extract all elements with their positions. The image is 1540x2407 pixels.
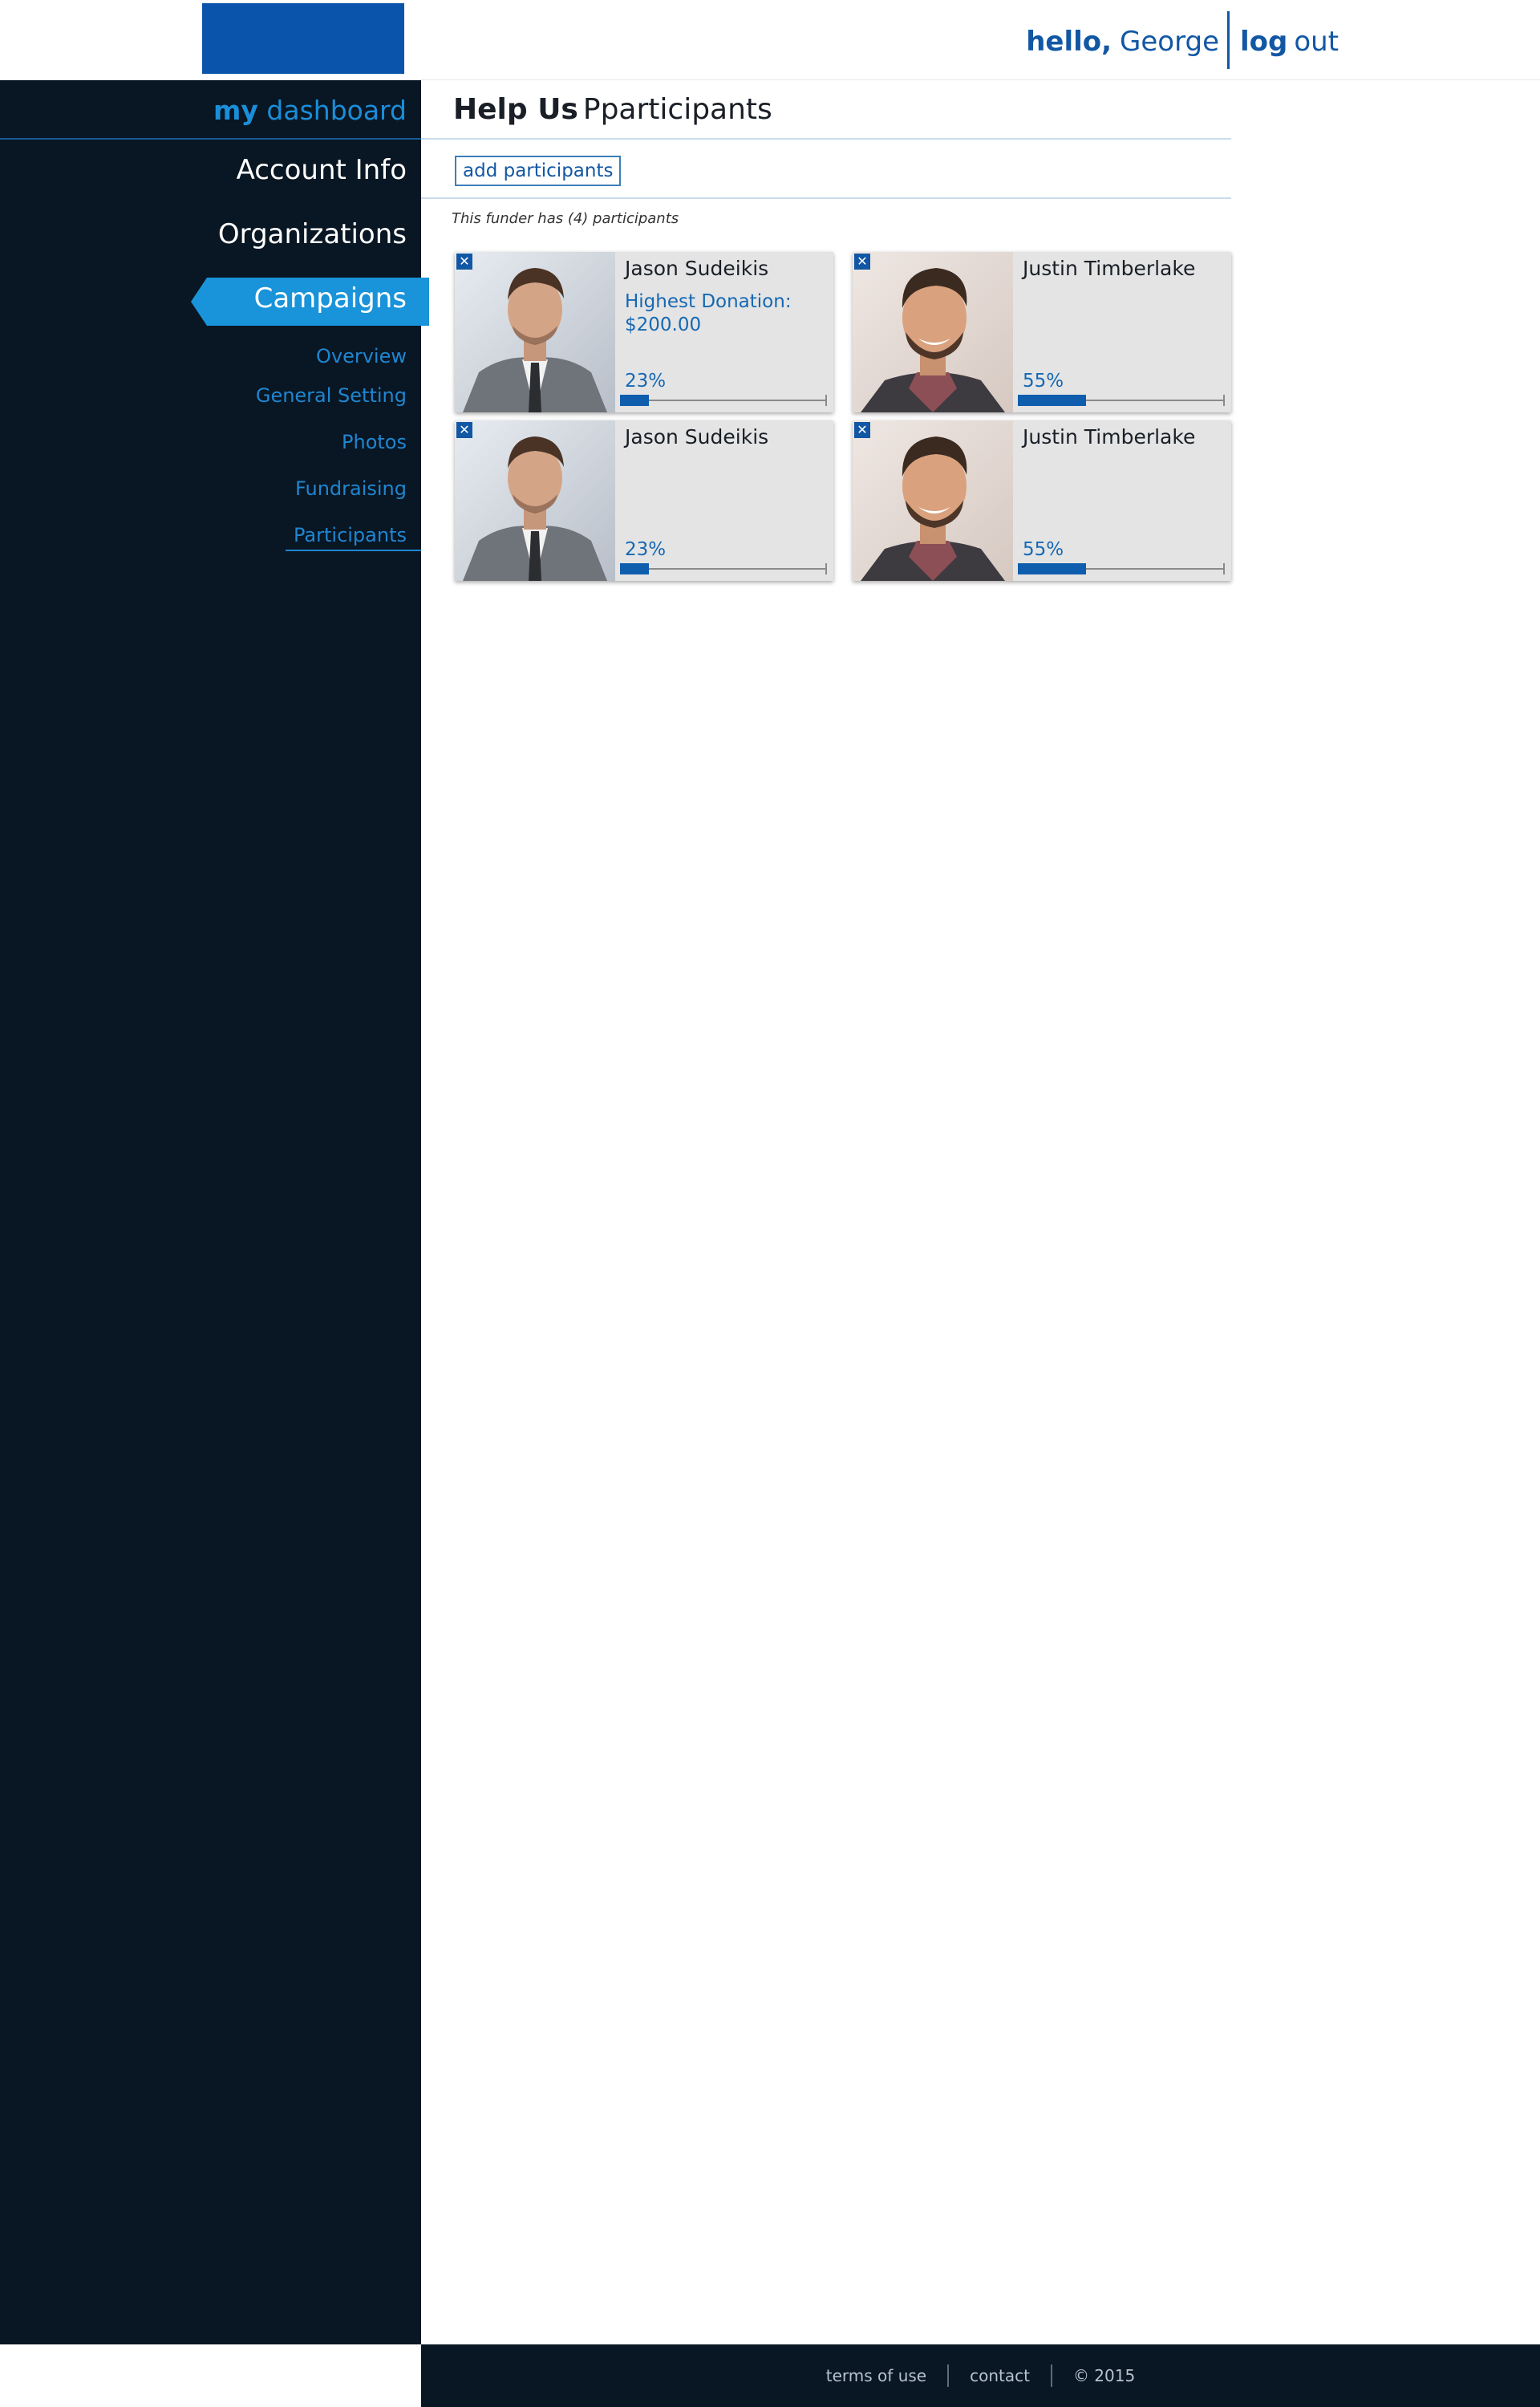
highest-donation-label: Highest Donation: — [625, 291, 792, 312]
progress-percent: 55% — [1023, 539, 1064, 560]
sidebar-item-campaigns-label: Campaigns — [253, 282, 407, 315]
participant-card[interactable]: ✕ Justin Timberlake 55% — [853, 252, 1231, 412]
sidebar: my dashboard Account Info Organizations … — [0, 80, 429, 2344]
brand-logo[interactable] — [202, 3, 404, 74]
sidebar-subitem-fundraising[interactable]: Fundraising — [295, 477, 407, 500]
progress-fill — [620, 563, 649, 574]
progress-track — [620, 400, 827, 401]
sidebar-divider — [0, 138, 421, 140]
progress-end-tick — [1223, 395, 1225, 406]
sidebar-item-account-info[interactable]: Account Info — [237, 154, 407, 186]
progress-fill — [1018, 563, 1087, 574]
logout-light: out — [1294, 26, 1339, 58]
highest-donation: Highest Donation: $200.00 — [625, 290, 825, 337]
participant-card[interactable]: ✕ Justin Timberlake 55% — [853, 420, 1231, 581]
add-participants-button[interactable]: add participants — [455, 156, 622, 186]
participant-card[interactable]: ✕ Jason Sudeikis 23% — [455, 420, 833, 581]
progress-end-tick — [1223, 563, 1225, 574]
progress-bar — [620, 395, 827, 406]
sidebar-item-organizations[interactable]: Organizations — [218, 218, 407, 250]
top-header: hello, George log out — [0, 0, 1540, 80]
progress-bar — [1018, 563, 1225, 574]
sidebar-subitem-participants[interactable]: Participants — [286, 524, 421, 551]
participant-count-text: This funder has (4) participants — [452, 210, 679, 227]
participant-name: Justin Timberlake — [1023, 257, 1196, 280]
progress-fill — [1018, 395, 1087, 406]
progress-end-tick — [825, 563, 827, 574]
progress-bar — [1018, 395, 1225, 406]
footer-links: terms of use contact © 2015 — [421, 2344, 1540, 2407]
logout-strong: log — [1240, 26, 1288, 58]
progress-bar — [620, 563, 827, 574]
participant-name: Jason Sudeikis — [625, 257, 769, 280]
page-title-strong: Help Us — [453, 93, 578, 126]
user-name: George — [1120, 26, 1219, 58]
footer: terms of use contact © 2015 — [421, 2344, 1540, 2407]
progress-percent: 23% — [625, 371, 667, 392]
progress-percent: 55% — [1023, 371, 1064, 392]
remove-participant-button[interactable]: ✕ — [854, 422, 870, 438]
progress-track — [620, 568, 827, 570]
progress-fill — [620, 395, 649, 406]
dashboard-title-strong: my — [213, 95, 258, 126]
copyright-text: © 2015 — [1072, 2366, 1136, 2385]
participant-photo — [455, 420, 615, 581]
participant-photo — [853, 420, 1013, 581]
smiling-man-photo — [853, 252, 1013, 412]
sidebar-item-campaigns[interactable]: Campaigns — [191, 278, 429, 326]
dashboard-title-light: dashboard — [266, 95, 407, 126]
title-divider — [421, 138, 1231, 140]
sidebar-subitem-general-setting[interactable]: General Setting — [256, 384, 407, 407]
progress-percent: 23% — [625, 539, 667, 560]
contact-link[interactable]: contact — [949, 2366, 1051, 2385]
progress-end-tick — [825, 395, 827, 406]
page-title: Help Us Pparticipants — [453, 93, 772, 126]
page-title-light: Pparticipants — [582, 93, 772, 126]
man-in-suit-photo — [455, 420, 615, 581]
remove-participant-button[interactable]: ✕ — [456, 254, 472, 270]
man-in-suit-photo — [455, 252, 615, 412]
remove-participant-button[interactable]: ✕ — [854, 254, 870, 270]
smiling-man-photo — [853, 420, 1013, 581]
user-greeting: hello, George — [1026, 22, 1219, 61]
logout-link[interactable]: log out — [1240, 22, 1339, 61]
header-divider — [1227, 11, 1230, 69]
participant-name: Jason Sudeikis — [625, 425, 769, 449]
sidebar-subitem-photos[interactable]: Photos — [342, 431, 407, 453]
hello-label: hello, — [1026, 26, 1112, 58]
dashboard-title[interactable]: my dashboard — [213, 95, 407, 126]
remove-participant-button[interactable]: ✕ — [456, 422, 472, 438]
terms-of-use-link[interactable]: terms of use — [805, 2366, 947, 2385]
participant-card[interactable]: ✕ Jason Sudeikis Highest Donation: $200.… — [455, 252, 833, 412]
participant-photo — [853, 252, 1013, 412]
participant-name: Justin Timberlake — [1023, 425, 1196, 449]
sidebar-subitem-overview[interactable]: Overview — [316, 345, 407, 367]
participant-photo — [455, 252, 615, 412]
toolbar-divider — [421, 197, 1231, 199]
highest-donation-value: $200.00 — [625, 315, 702, 335]
